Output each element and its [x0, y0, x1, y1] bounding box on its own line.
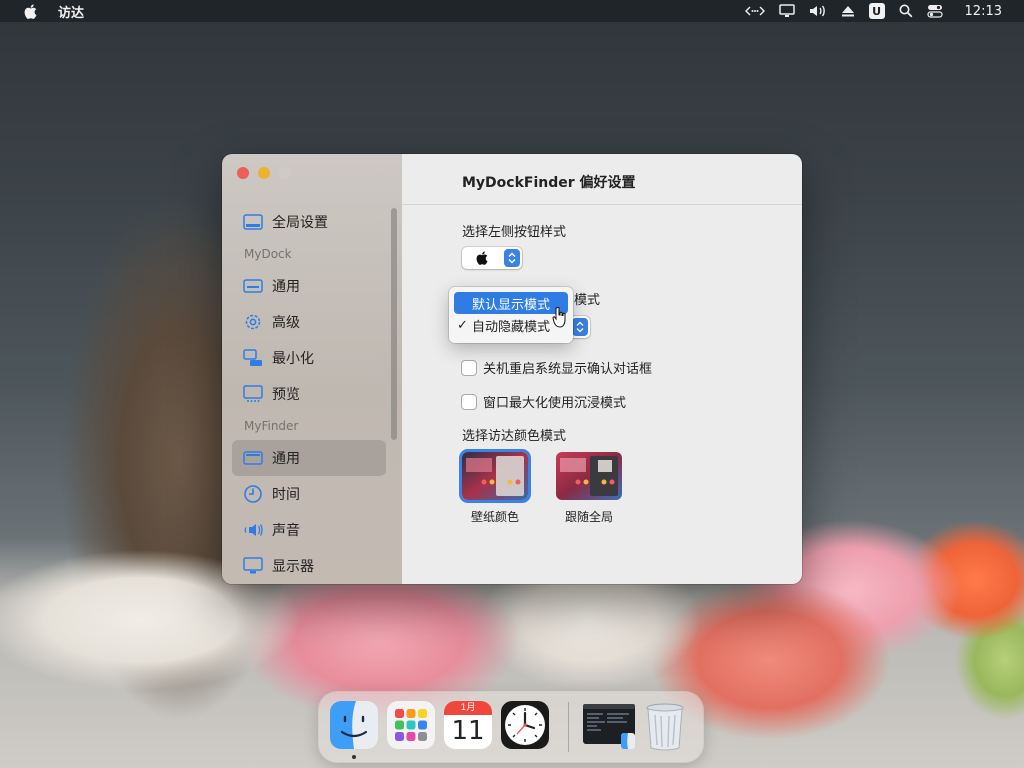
launchpad-icon[interactable] — [387, 701, 435, 749]
sidebar-item-label: 声音 — [272, 523, 300, 539]
u-badge-icon[interactable]: U — [868, 0, 885, 22]
sidebar-item-label: 最小化 — [272, 351, 314, 367]
sidebar-list: 全局设置 MyDock 通用 高级 最小化 预览 MyFinder 通用 时间 … — [232, 204, 386, 584]
color-mode-wallpaper-label: 壁纸颜色 — [470, 510, 519, 524]
settings-pane: MyDockFinder 偏好设置 选择左侧按钮样式 模式 关机重启系统显示确认… — [402, 154, 802, 584]
clock-icon — [243, 484, 263, 504]
dock-separator — [568, 702, 569, 752]
monitor-icon — [243, 556, 263, 576]
sidebar-section-mydock: MyDock — [244, 247, 292, 261]
calendar-day: 11 — [451, 716, 485, 746]
window-controls — [237, 167, 300, 179]
finder-color-label: 选择访达颜色模式 — [462, 429, 567, 444]
keyboard-icon — [243, 276, 263, 296]
window-icon — [243, 448, 263, 468]
apple-logo-icon — [476, 250, 488, 269]
dock-mode-option-label: 自动隐藏模式 — [472, 319, 551, 335]
eject-icon[interactable] — [841, 0, 855, 22]
u-badge-label: U — [868, 3, 885, 19]
sidebar-item-mydock-advanced[interactable]: 高级 — [232, 304, 386, 340]
preview-icon — [243, 384, 263, 404]
restart-confirm-checkbox[interactable] — [462, 360, 476, 375]
dock-mode-option-label: 默认显示模式 — [472, 297, 551, 313]
sidebar-item-myfinder-display[interactable]: 显示器 — [232, 548, 386, 584]
zoom-button[interactable] — [279, 167, 291, 179]
minimize-button[interactable] — [258, 167, 270, 179]
sidebar-item-label: 全局设置 — [272, 215, 328, 231]
dock-mode-label: 模式 — [574, 293, 601, 308]
dock-mode-option-autohide[interactable]: ✓ 自动隐藏模式 — [454, 314, 568, 336]
checkmark-icon: ✓ — [457, 317, 468, 333]
color-mode-wallpaper-thumb[interactable] — [462, 452, 528, 500]
network-arrows-icon[interactable] — [744, 0, 765, 22]
sidebar-item-mydock-general[interactable]: 通用 — [232, 268, 386, 304]
preferences-window: 全局设置 MyDock 通用 高级 最小化 预览 MyFinder 通用 时间 … — [222, 154, 802, 584]
apple-icon[interactable] — [22, 3, 38, 19]
sidebar-item-mydock-preview[interactable]: 预览 — [232, 376, 386, 412]
search-icon[interactable] — [899, 0, 913, 22]
app-menu-finder[interactable]: 访达 — [58, 2, 84, 21]
sidebar-item-myfinder-general[interactable]: 通用 — [232, 440, 386, 476]
display-icon[interactable] — [778, 0, 795, 22]
sidebar-item-global[interactable]: 全局设置 — [232, 204, 386, 240]
sidebar-item-label: 高级 — [272, 315, 300, 331]
restart-confirm-option[interactable]: 关机重启系统显示确认对话框 — [462, 358, 652, 377]
immersive-maximize-option[interactable]: 窗口最大化使用沉浸模式 — [462, 392, 626, 411]
sidebar-item-myfinder-time[interactable]: 时间 — [232, 476, 386, 512]
left-button-style-label: 选择左侧按钮样式 — [462, 225, 567, 240]
color-mode-follow-global-thumb[interactable] — [556, 452, 622, 500]
display-settings-icon — [243, 212, 263, 232]
calendar-month: 1月 — [444, 701, 492, 715]
menu-bar: 访达 U 12:13 — [0, 0, 1024, 22]
dock-mode-select[interactable] — [570, 316, 590, 338]
sidebar-item-mydock-minimize[interactable]: 最小化 — [232, 340, 386, 376]
gear-icon — [243, 312, 263, 332]
sidebar-section-myfinder: MyFinder — [244, 419, 299, 433]
terminal-finder-icon[interactable] — [583, 701, 635, 749]
title-divider — [402, 204, 802, 205]
dock: 1月 11 — [319, 692, 703, 762]
window-title: MyDockFinder 偏好设置 — [462, 175, 636, 191]
volume-icon[interactable] — [809, 0, 827, 22]
menu-clock[interactable]: 12:13 — [965, 4, 1002, 19]
control-center-icon[interactable] — [926, 0, 943, 22]
clock-app-icon[interactable] — [501, 701, 549, 749]
sidebar-item-label: 显示器 — [272, 559, 314, 575]
immersive-maximize-checkbox[interactable] — [462, 394, 476, 409]
sidebar-scrollbar[interactable] — [391, 208, 397, 440]
speaker-icon — [243, 520, 263, 540]
minimize-icon — [243, 348, 263, 368]
sidebar-item-label: 通用 — [272, 451, 300, 467]
chevron-updown-icon — [572, 318, 588, 336]
trash-icon[interactable] — [641, 701, 689, 751]
calendar-icon[interactable]: 1月 11 — [444, 701, 492, 749]
left-button-style-select[interactable] — [462, 247, 522, 269]
chevron-updown-icon — [504, 249, 520, 267]
sidebar-item-label: 时间 — [272, 487, 300, 503]
sidebar-item-label: 预览 — [272, 387, 300, 403]
mouse-cursor-icon — [552, 306, 568, 332]
sidebar-item-myfinder-sound[interactable]: 声音 — [232, 512, 386, 548]
color-mode-follow-global-label: 跟随全局 — [564, 510, 613, 524]
close-button[interactable] — [237, 167, 249, 179]
immersive-maximize-label: 窗口最大化使用沉浸模式 — [483, 396, 627, 411]
finder-icon[interactable] — [330, 701, 378, 749]
sidebar: 全局设置 MyDock 通用 高级 最小化 预览 MyFinder 通用 时间 … — [222, 154, 402, 584]
dock-mode-option-default[interactable]: 默认显示模式 — [454, 292, 568, 314]
running-indicator — [352, 755, 356, 759]
sidebar-item-label: 通用 — [272, 279, 300, 295]
restart-confirm-label: 关机重启系统显示确认对话框 — [483, 362, 653, 377]
